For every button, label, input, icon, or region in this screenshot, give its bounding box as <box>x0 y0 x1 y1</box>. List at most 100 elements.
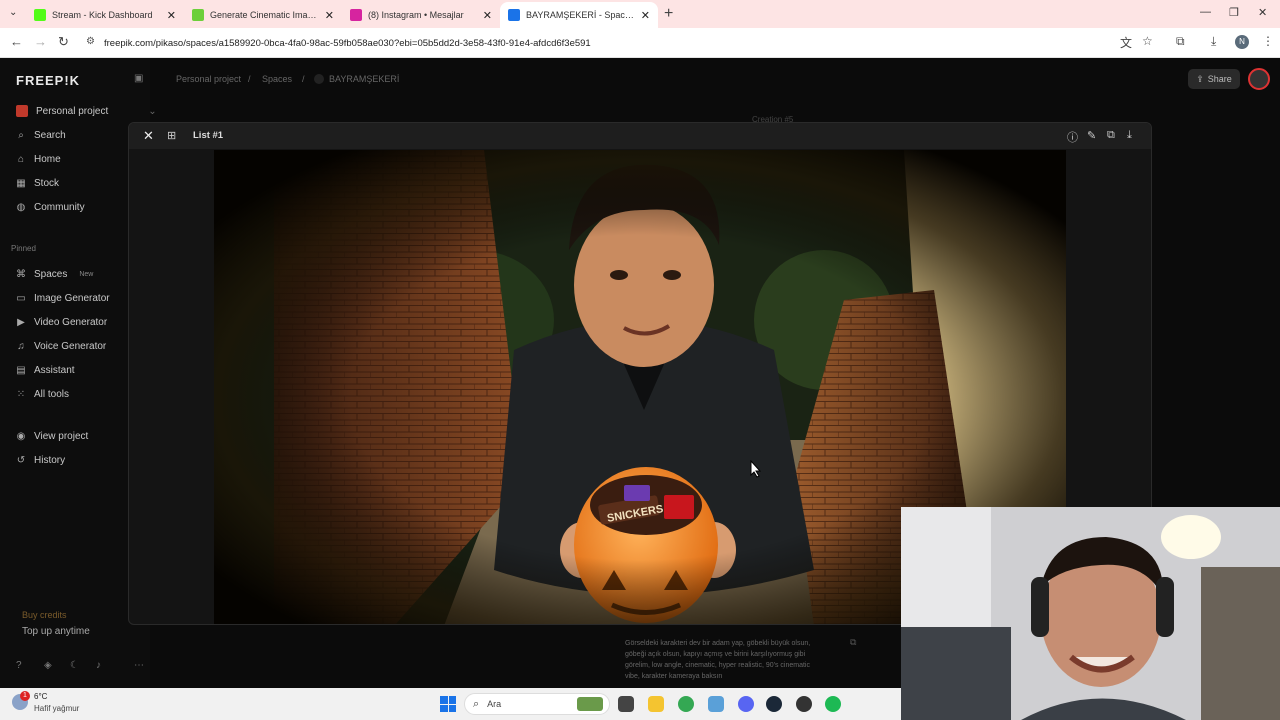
url-text: freepik.com/pikaso/spaces/a1589920-0bca-… <box>104 37 591 49</box>
edit-pencil-icon[interactable]: ✎ <box>1087 129 1096 142</box>
browser-tab-generate[interactable]: Generate Cinematic Images with ✕ <box>184 2 342 28</box>
translate-icon[interactable]: 文 <box>1120 34 1132 51</box>
grid-icon: ⁙ <box>16 388 26 400</box>
sidebar-item-home[interactable]: ⌂ Home <box>16 150 61 168</box>
tab-title: Generate Cinematic Images with <box>210 10 319 20</box>
back-icon[interactable]: ← <box>10 34 23 49</box>
chevron-down-icon: ⌄ <box>148 105 157 117</box>
extensions-icon[interactable]: ⧉ <box>1176 34 1185 49</box>
sidebar-item-label: Community <box>34 201 85 213</box>
tab-search-icon[interactable]: ⌄ <box>9 7 17 18</box>
sidebar-item-view-project[interactable]: ◉ View project <box>16 427 89 445</box>
collapse-sidebar-icon[interactable]: ▣ <box>134 73 143 84</box>
download-icon[interactable]: ⤓ <box>1211 34 1216 49</box>
new-tab-icon[interactable]: + <box>664 5 673 23</box>
sidebar-item-label: Stock <box>34 177 60 189</box>
close-icon[interactable]: ✕ <box>143 128 154 144</box>
weather-desc: Hafif yağmur <box>34 704 80 713</box>
help-icon[interactable]: ? <box>16 660 22 671</box>
breadcrumb-separator: / <box>248 74 251 84</box>
download-icon[interactable]: ⤓ <box>1127 129 1132 142</box>
freepik-logo[interactable]: FREEP!K <box>16 73 80 88</box>
reload-icon[interactable]: ↻ <box>58 34 69 50</box>
sidebar-item-search[interactable]: ⌕ Search <box>16 126 66 144</box>
user-avatar[interactable] <box>1248 68 1270 90</box>
project-name: Personal project <box>36 105 109 117</box>
taskbar-search-placeholder: Ara <box>487 699 502 709</box>
sidebar-item-stock[interactable]: ▦ Stock <box>16 174 59 192</box>
maximize-icon[interactable]: ❐ <box>1229 6 1239 19</box>
retouch-icon[interactable]: ⧉ <box>1107 129 1115 142</box>
steam-icon[interactable] <box>766 696 782 712</box>
top-up-text: Top up anytime <box>22 626 90 637</box>
file-explorer-icon[interactable] <box>648 696 664 712</box>
chrome-icon[interactable] <box>678 696 694 712</box>
project-selector[interactable]: Personal project ⌄ <box>16 102 157 120</box>
windows-start-icon[interactable] <box>440 696 456 712</box>
spaces-icon: ⌘ <box>16 268 26 280</box>
menu-kebab-icon[interactable]: ⋮ <box>1262 34 1274 48</box>
sidebar-item-label: Voice Generator <box>34 340 107 352</box>
sidebar-item-all-tools[interactable]: ⁙ All tools <box>16 385 69 403</box>
breadcrumb-spaces[interactable]: Spaces <box>262 74 292 84</box>
forward-icon[interactable]: → <box>34 34 47 49</box>
breadcrumb-space-name[interactable]: BAYRAMŞEKERİ <box>329 74 399 84</box>
task-view-icon[interactable] <box>618 696 634 712</box>
sidebar-item-label: Video Generator <box>34 316 108 328</box>
new-badge: New <box>79 270 94 278</box>
notification-badge: 1 <box>20 691 30 701</box>
weather-temp[interactable]: 6°C <box>34 692 47 701</box>
breadcrumb-project[interactable]: Personal project <box>176 74 241 84</box>
more-options-icon[interactable]: ⋯ <box>134 660 144 671</box>
obs-icon[interactable] <box>796 696 812 712</box>
close-icon[interactable]: ✕ <box>167 9 176 22</box>
browser-tab-instagram[interactable]: (8) Instagram • Mesajlar ✕ <box>342 2 500 28</box>
sidebar-item-label: View project <box>34 430 89 442</box>
browser-tab-spaces[interactable]: BAYRAMŞEKERİ - Spaces | Freep ✕ <box>500 2 658 28</box>
copy-icon[interactable]: ⧉ <box>850 637 856 648</box>
chat-icon: ▤ <box>16 364 26 376</box>
grid-view-icon[interactable]: ⊞ <box>167 129 176 142</box>
close-icon[interactable]: ✕ <box>641 9 650 22</box>
close-icon[interactable]: ✕ <box>483 9 492 22</box>
window-close-icon[interactable]: ✕ <box>1258 6 1267 19</box>
site-info-icon[interactable]: ⚙ <box>86 36 95 47</box>
instagram-icon <box>350 9 362 21</box>
search-icon: ⌕ <box>18 129 24 141</box>
close-icon[interactable]: ✕ <box>325 9 334 22</box>
sidebar-item-community[interactable]: ◍ Community <box>16 198 85 216</box>
search-icon: ⌕ <box>473 697 480 710</box>
url-bar[interactable]: ⚙ freepik.com/pikaso/spaces/a1589920-0bc… <box>80 32 1170 54</box>
webcam-overlay <box>901 507 1280 720</box>
share-button[interactable]: ⇪ Share <box>1188 69 1240 89</box>
browser-tab-kick[interactable]: Stream - Kick Dashboard ✕ <box>26 2 184 28</box>
info-icon[interactable]: ⓘ <box>1067 129 1078 145</box>
layers-icon[interactable]: ◈ <box>44 660 52 671</box>
spotify-icon[interactable] <box>825 696 841 712</box>
theme-moon-icon[interactable]: ☾ <box>70 660 79 671</box>
taskbar-search[interactable]: ⌕ Ara <box>464 693 610 715</box>
webcam-feed <box>901 507 1280 720</box>
search-highlight-icon <box>577 697 603 711</box>
spaces-favicon-icon <box>508 9 520 21</box>
home-icon: ⌂ <box>17 153 25 165</box>
sidebar-item-image-generator[interactable]: ▭ Image Generator <box>16 289 109 307</box>
discord-icon[interactable] <box>738 696 754 712</box>
sidebar-item-history[interactable]: ↺ History <box>16 451 65 469</box>
app-icon[interactable] <box>708 696 724 712</box>
modal-header: ✕ ⊞ List #1 ⓘ ✎ ⧉ ⤓ <box>129 123 1151 149</box>
profile-avatar[interactable]: N <box>1235 35 1249 49</box>
buy-credits-link[interactable]: Buy credits <box>22 610 67 620</box>
sidebar-item-label: History <box>34 454 66 466</box>
sidebar-item-video-generator[interactable]: ▶ Video Generator <box>16 313 107 331</box>
globe-icon: ◍ <box>16 201 26 213</box>
bookmark-star-icon[interactable]: ☆ <box>1142 34 1153 48</box>
sidebar-item-label: All tools <box>34 388 70 400</box>
space-icon <box>314 74 324 84</box>
sidebar-item-voice-generator[interactable]: ♫ Voice Generator <box>16 337 106 355</box>
pinned-heading: Pinned <box>11 244 36 253</box>
sidebar-item-assistant[interactable]: ▤ Assistant <box>16 361 74 379</box>
minimize-icon[interactable]: — <box>1200 6 1211 18</box>
notification-bell-icon[interactable]: ♪ <box>96 660 101 671</box>
sidebar-item-spaces[interactable]: ⌘ Spaces New <box>16 265 93 283</box>
